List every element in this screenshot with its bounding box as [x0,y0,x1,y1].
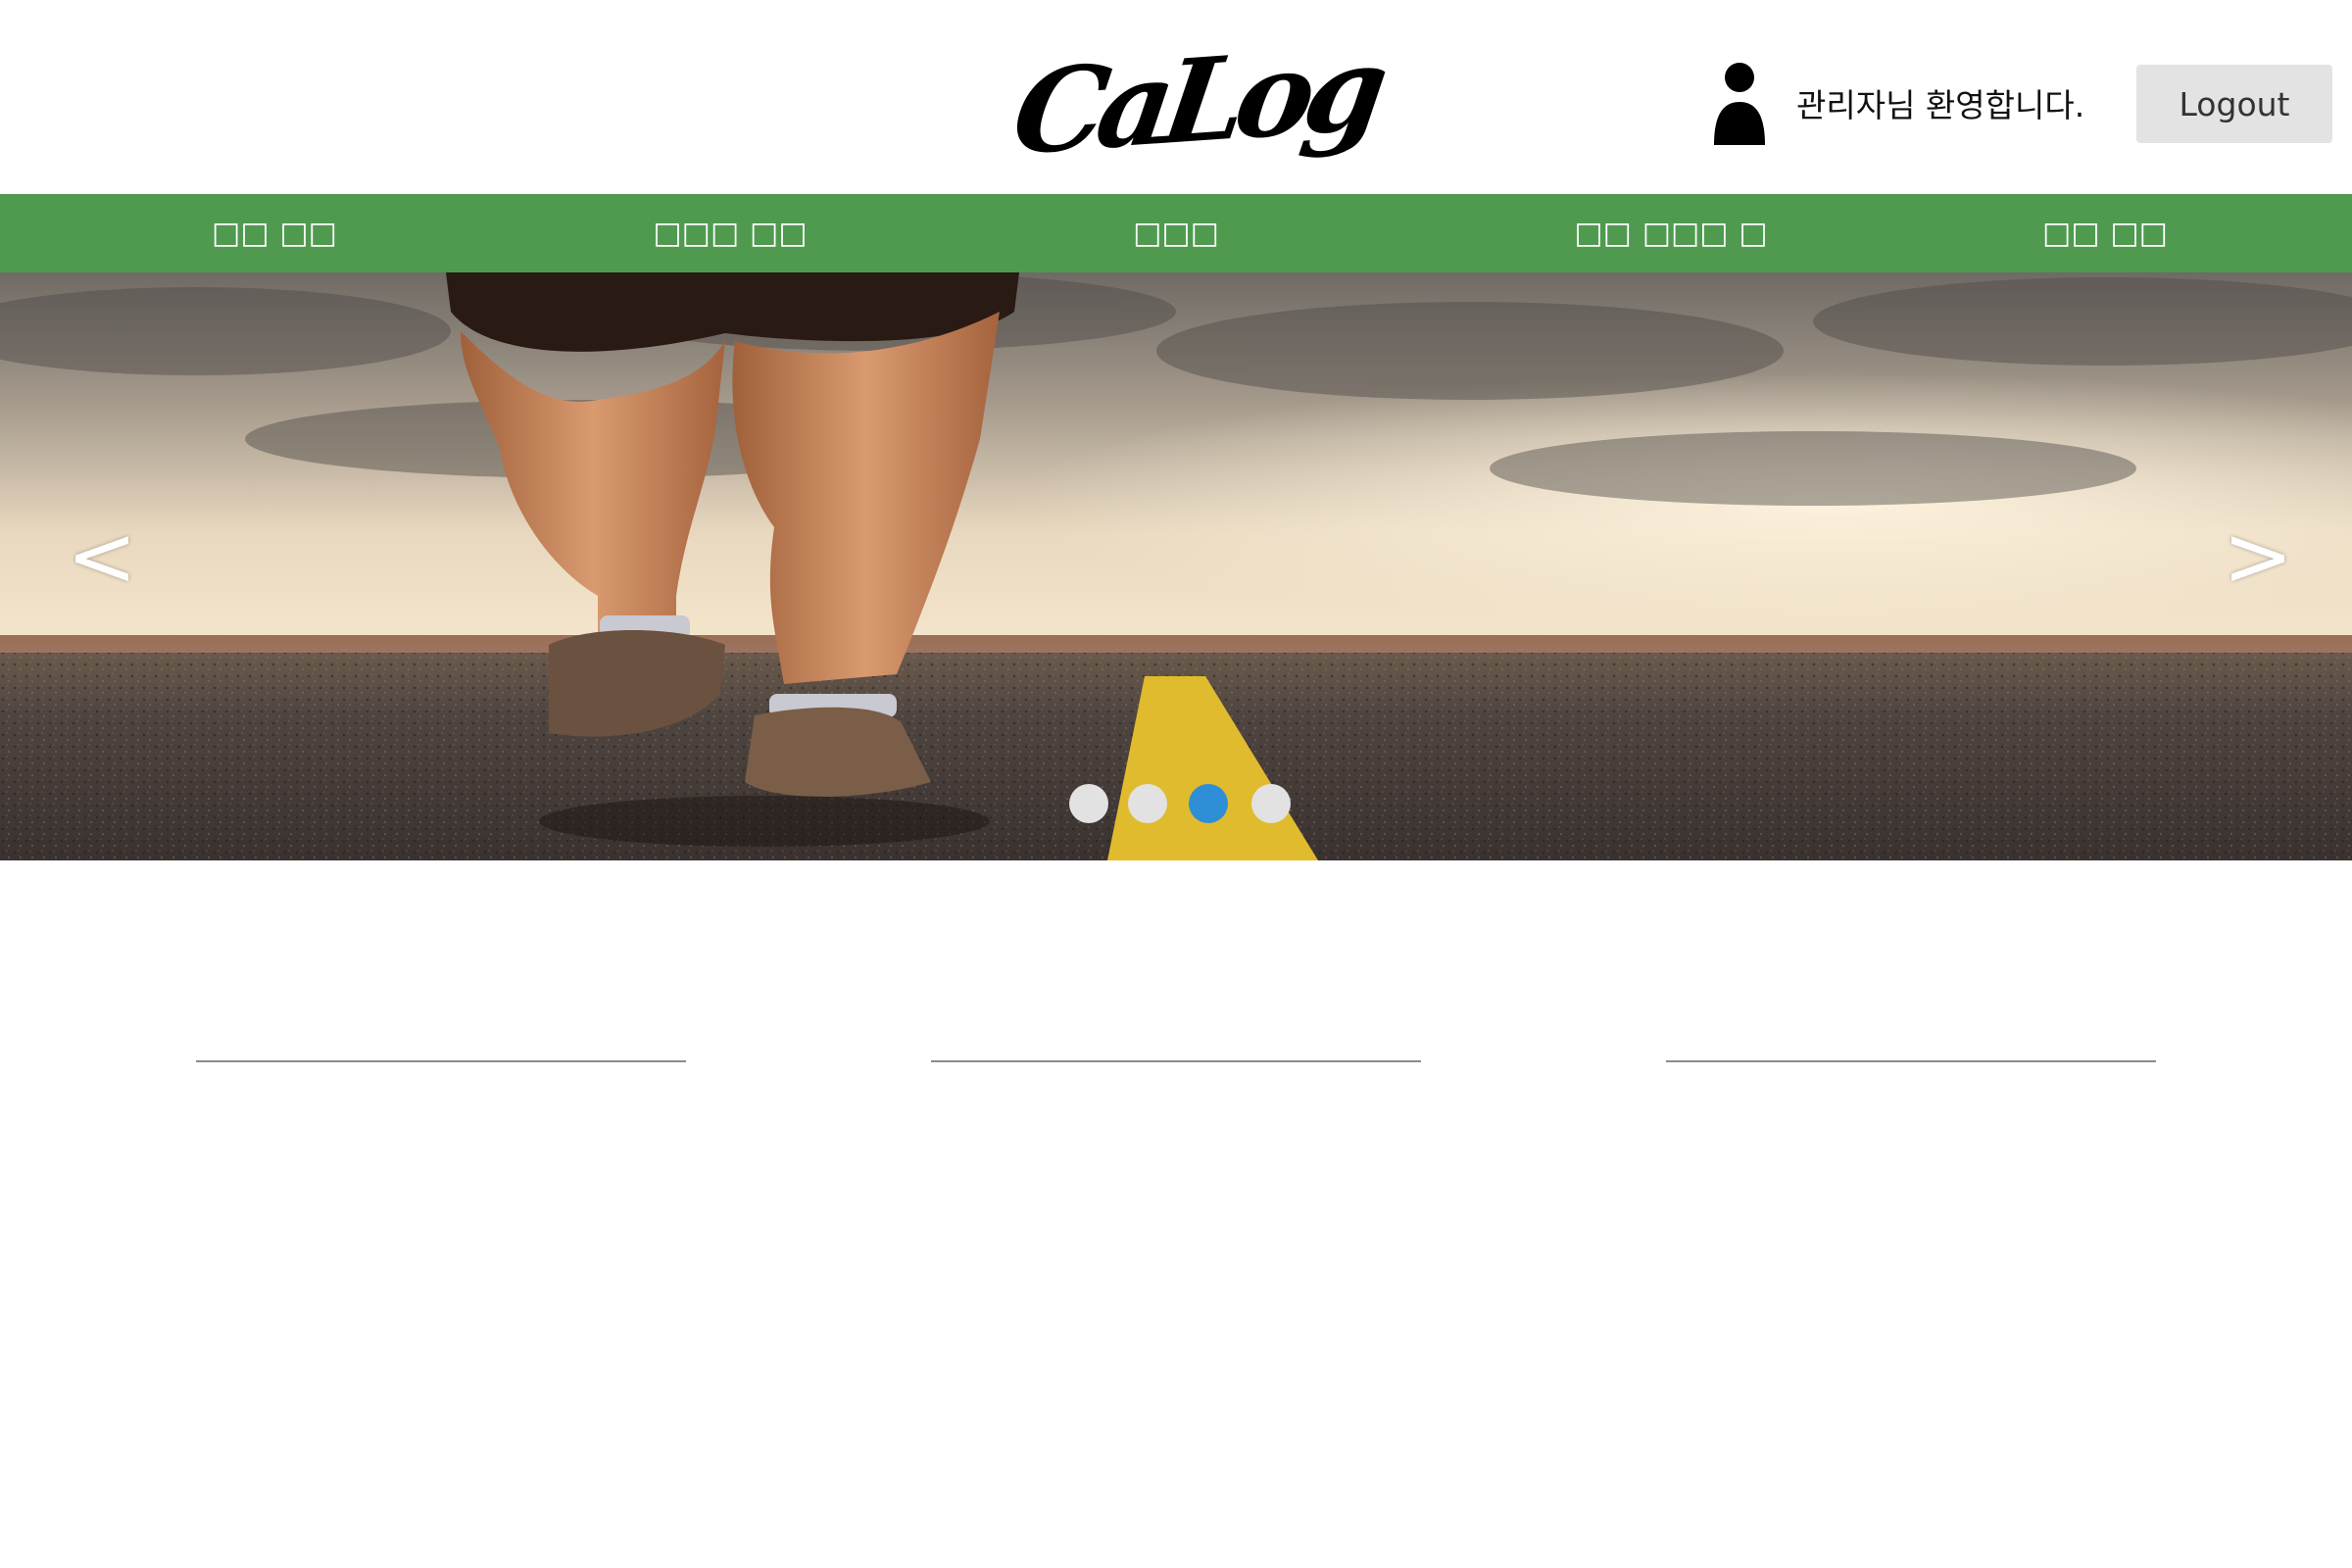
calog-logo[interactable]: CaLog [1005,18,1387,184]
user-icon [1714,63,1765,145]
slider-next-arrow[interactable]: > [2223,508,2293,606]
slider-dots [0,784,2352,827]
slider-dot[interactable] [1069,784,1108,823]
nav-item-1[interactable]: □□ □□ [212,194,337,272]
hero-slider: < > [0,272,2352,860]
main-nav: □□ □□ □□□ □□ □□□ □□ □□□ □ □□ □□ [0,194,2352,272]
slider-prev-arrow[interactable]: < [67,508,137,606]
logo-text: CaLog [1004,20,1387,181]
section-divider-3 [1666,1060,2156,1062]
user-info: 관리자님 환영합니다. [1710,59,2084,147]
site-header: CaLog 관리자님 환영합니다. Logout [0,0,2352,194]
section-divider-2 [931,1060,1421,1062]
slider-dot[interactable] [1128,784,1167,823]
section-divider-1 [196,1060,686,1062]
nav-item-3[interactable]: □□□ [1133,194,1219,272]
nav-item-2[interactable]: □□□ □□ [653,194,807,272]
slide-image [0,272,2352,860]
nav-item-4[interactable]: □□ □□□ □ [1574,194,1767,272]
slider-dot[interactable] [1189,784,1228,823]
logout-button[interactable]: Logout [2136,65,2332,143]
slider-dot[interactable] [1251,784,1291,823]
nav-item-5[interactable]: □□ □□ [2042,194,2168,272]
welcome-text: 관리자님 환영합니다. [1796,86,2085,124]
